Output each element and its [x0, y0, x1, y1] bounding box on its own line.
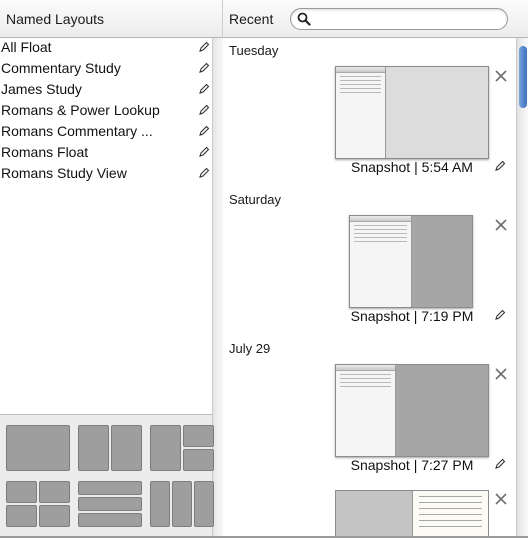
layout-list-item[interactable]: Romans & Power Lookup [0, 101, 212, 122]
named-layouts-list: All Float Commentary Study James Study Roma… [0, 38, 212, 416]
edit-pencil-icon[interactable] [198, 41, 210, 53]
layout-list-item[interactable]: James Study [0, 80, 212, 101]
edit-pencil-icon[interactable] [198, 125, 210, 137]
three-column-template[interactable] [150, 481, 214, 527]
edit-pencil-icon[interactable] [198, 62, 210, 74]
template-pane [183, 425, 214, 447]
edit-pencil-icon[interactable] [198, 167, 210, 179]
header-bar: Named Layouts Recent [0, 0, 528, 38]
template-pane [39, 481, 70, 503]
edit-pencil-icon[interactable] [494, 458, 506, 470]
template-pane [78, 481, 142, 495]
day-header: Tuesday [229, 43, 279, 58]
layout-item-label: Commentary Study [1, 60, 121, 76]
template-pane [78, 513, 142, 527]
template-pane [183, 449, 214, 471]
close-icon[interactable] [495, 219, 507, 231]
close-icon[interactable] [495, 70, 507, 82]
two-column-template[interactable] [78, 425, 142, 471]
snapshot-thumbnail[interactable] [349, 215, 473, 308]
grid-split-template[interactable] [6, 481, 70, 527]
edit-pencil-icon[interactable] [198, 83, 210, 95]
layout-list-item[interactable]: Romans Float [0, 143, 212, 164]
template-pane [39, 505, 70, 527]
template-pane [78, 497, 142, 511]
template-pane [78, 425, 109, 471]
edit-pencil-icon[interactable] [198, 104, 210, 116]
layout-item-label: Romans Float [1, 144, 89, 160]
three-row-template[interactable] [78, 481, 142, 527]
single-pane-template[interactable] [6, 425, 70, 471]
close-icon[interactable] [495, 368, 507, 380]
layout-list-item[interactable]: Romans Commentary ... [0, 122, 212, 143]
recent-snapshots-list: Tuesday Snapshot | 5:54 AM Saturday Snap… [223, 38, 516, 536]
search-icon [297, 12, 311, 26]
edit-pencil-icon[interactable] [494, 160, 506, 172]
layout-item-label: All Float [1, 39, 52, 55]
snapshot-caption: Snapshot | 7:19 PM [350, 308, 474, 324]
snapshot-caption: Snapshot | 5:54 AM [351, 159, 473, 175]
snapshot-thumbnail[interactable] [335, 66, 489, 159]
search-input[interactable] [313, 11, 499, 27]
right-scrollbar[interactable] [516, 38, 528, 536]
scroll-thumb[interactable] [519, 46, 527, 108]
template-pane [150, 425, 181, 471]
edit-pencil-icon[interactable] [494, 309, 506, 321]
layout-list-item[interactable]: Commentary Study [0, 59, 212, 80]
edit-pencil-icon[interactable] [198, 146, 210, 158]
layout-item-label: Romans Commentary ... [1, 123, 153, 139]
template-pane [194, 481, 214, 527]
header-divider [222, 0, 223, 38]
template-pane [6, 505, 37, 527]
template-pane [111, 425, 142, 471]
layout-item-label: Romans Study View [1, 165, 127, 181]
snapshot-thumbnail[interactable] [335, 490, 489, 536]
snapshot-thumbnail[interactable] [335, 364, 489, 457]
day-header: July 29 [229, 341, 271, 356]
day-header: Saturday [229, 192, 282, 207]
recent-title: Recent [229, 11, 274, 27]
layout-templates-panel [0, 414, 214, 538]
left-with-right-split-template[interactable] [150, 425, 214, 471]
layout-item-label: Romans & Power Lookup [1, 102, 160, 118]
close-icon[interactable] [495, 493, 507, 505]
template-pane [6, 481, 37, 503]
template-pane [150, 481, 170, 527]
layout-list-item[interactable]: All Float [0, 38, 212, 59]
named-layouts-title: Named Layouts [6, 11, 105, 27]
snapshot-caption: Snapshot | 7:27 PM [350, 457, 474, 473]
search-field[interactable] [290, 8, 508, 30]
layout-list-item[interactable]: Romans Study View [0, 164, 212, 185]
template-pane [172, 481, 192, 527]
layout-item-label: James Study [1, 81, 82, 97]
